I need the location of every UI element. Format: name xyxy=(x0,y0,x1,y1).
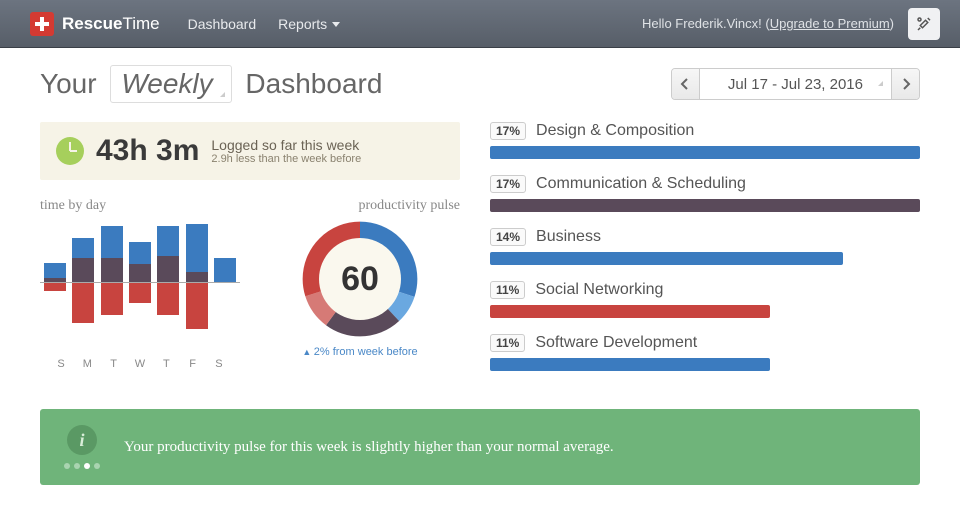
categories-column: 17% Design & Composition 17% Communication … xyxy=(490,122,920,387)
logged-line2: 2.9h less than the week before xyxy=(211,153,361,165)
date-prev-button[interactable] xyxy=(672,68,700,100)
subheader: Your Weekly Dashboard Jul 17 - Jul 23, 2… xyxy=(0,48,960,108)
day-labels: SMTWTFS xyxy=(40,358,240,370)
category-row[interactable]: 17% Design & Composition xyxy=(490,122,920,159)
app-header: RescueTime Dashboard Reports Hello Frede… xyxy=(0,0,960,48)
category-bar xyxy=(490,358,770,371)
insight-banner: i Your productivity pulse for this week … xyxy=(40,409,920,485)
insight-text: Your productivity pulse for this week is… xyxy=(124,439,614,456)
brand-b: Time xyxy=(122,14,159,33)
category-label: Social Networking xyxy=(535,281,663,299)
pulse-value: 60 xyxy=(319,238,401,320)
charts-row: time by day SMTWTFS productivity pulse 6… xyxy=(40,198,460,370)
category-row[interactable]: 17% Communication & Scheduling xyxy=(490,175,920,212)
category-row[interactable]: 11% Software Development xyxy=(490,334,920,371)
category-label: Software Development xyxy=(535,334,697,352)
productivity-pulse: productivity pulse 60 2% from week befor… xyxy=(260,198,460,370)
logged-line1: Logged so far this week xyxy=(211,137,361,153)
nav-dashboard[interactable]: Dashboard xyxy=(188,16,257,32)
date-range[interactable]: Jul 17 - Jul 23, 2016 xyxy=(700,76,891,93)
bar-day-5[interactable] xyxy=(186,220,208,340)
category-bar xyxy=(490,305,770,318)
category-row[interactable]: 11% Social Networking xyxy=(490,281,920,318)
insight-indicator: i xyxy=(64,425,100,469)
page-title: Your Weekly Dashboard xyxy=(40,65,382,103)
category-pct: 11% xyxy=(490,281,525,299)
chevron-right-icon xyxy=(901,78,911,90)
bar-day-0[interactable] xyxy=(44,220,66,340)
main-content: 43h 3m Logged so far this week 2.9h less… xyxy=(0,108,960,387)
pulse-title: productivity pulse xyxy=(260,198,460,214)
category-pct: 17% xyxy=(490,122,526,140)
logged-hours: 43h 3m xyxy=(96,134,199,168)
category-bar xyxy=(490,252,843,265)
brand-a: Rescue xyxy=(62,14,122,33)
bar-day-2[interactable] xyxy=(101,220,123,340)
left-column: 43h 3m Logged so far this week 2.9h less… xyxy=(40,122,460,387)
logged-text: Logged so far this week 2.9h less than t… xyxy=(211,137,361,165)
info-icon: i xyxy=(67,425,97,455)
chevron-left-icon xyxy=(680,78,690,90)
bar-day-1[interactable] xyxy=(72,220,94,340)
category-label: Communication & Scheduling xyxy=(536,175,746,193)
bar-day-6[interactable] xyxy=(214,220,236,340)
bar-day-3[interactable] xyxy=(129,220,151,340)
category-pct: 17% xyxy=(490,175,526,193)
bar-day-4[interactable] xyxy=(157,220,179,340)
category-row[interactable]: 14% Business xyxy=(490,228,920,265)
time-by-day-chart: time by day SMTWTFS xyxy=(40,198,240,370)
tools-icon xyxy=(915,15,933,33)
date-next-button[interactable] xyxy=(891,68,919,100)
time-by-day-title: time by day xyxy=(40,198,240,214)
pulse-donut[interactable]: 60 xyxy=(301,220,419,338)
period-selector[interactable]: Weekly xyxy=(110,65,231,103)
category-label: Business xyxy=(536,228,601,246)
logo[interactable]: RescueTime xyxy=(30,12,160,36)
nav-reports[interactable]: Reports xyxy=(278,16,340,32)
clock-icon xyxy=(56,137,84,165)
tools-button[interactable] xyxy=(908,8,940,40)
category-bar xyxy=(490,199,920,212)
bar-chart[interactable] xyxy=(40,220,240,350)
category-pct: 11% xyxy=(490,334,525,352)
logged-time-box: 43h 3m Logged so far this week 2.9h less… xyxy=(40,122,460,180)
pager-dots[interactable] xyxy=(64,463,100,469)
date-navigator: Jul 17 - Jul 23, 2016 xyxy=(671,68,920,100)
greeting: Hello Frederik.Vincx! (Upgrade to Premiu… xyxy=(642,16,894,31)
category-label: Design & Composition xyxy=(536,122,694,140)
upgrade-link[interactable]: Upgrade to Premium xyxy=(770,16,890,31)
category-bar xyxy=(490,146,920,159)
category-pct: 14% xyxy=(490,228,526,246)
logo-icon xyxy=(30,12,54,36)
pulse-delta: 2% from week before xyxy=(302,346,417,358)
